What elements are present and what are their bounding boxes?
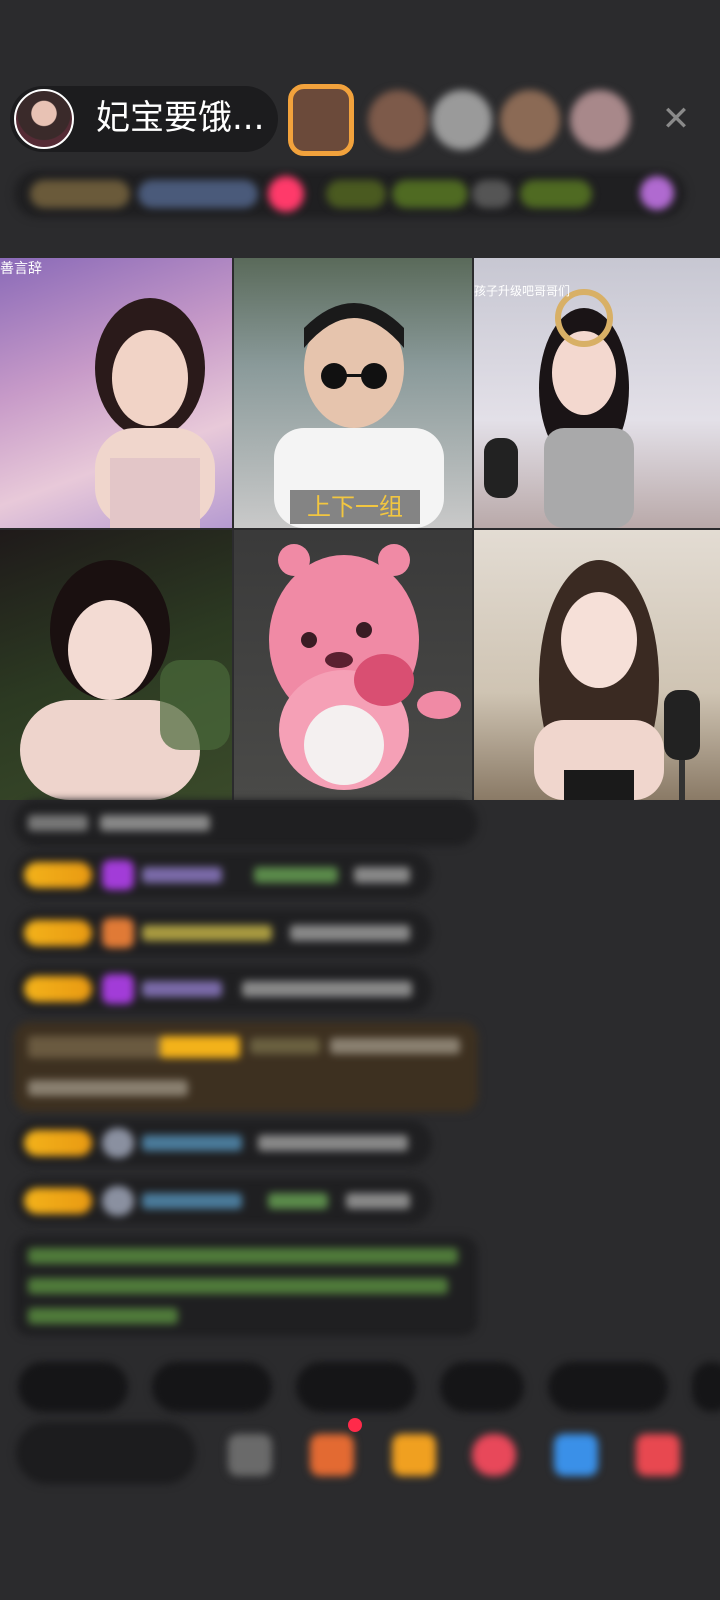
video-tile-4[interactable] [0,530,232,800]
video-tile-3[interactable]: 孩子升级吧哥哥们 [474,258,720,528]
tag-chip[interactable] [392,180,468,208]
chat-message [14,910,432,956]
mail-icon[interactable] [310,1434,354,1476]
video-tile-6[interactable] [474,530,720,800]
host-avatar[interactable] [14,89,74,149]
host-info-pill[interactable]: 妃宝要饿... [10,86,278,152]
quick-reply-chip[interactable] [296,1362,416,1412]
game-icon[interactable] [554,1434,598,1476]
comment-input[interactable] [16,1422,196,1484]
quick-reply-chip[interactable] [692,1362,720,1412]
tile-caption: 孩子升级吧哥哥们 [474,284,571,298]
tile-caption: 上下一组 [290,490,420,524]
chat-message [14,1178,432,1224]
quick-reply-chip[interactable] [440,1362,524,1412]
chat-message-highlighted [14,1022,478,1112]
streamer-figure [274,303,444,528]
host-name: 妃宝要饿... [96,98,265,138]
notification-dot [348,1418,362,1432]
quick-reply-chip[interactable] [548,1362,668,1412]
fans-chip[interactable] [138,180,258,208]
tag-chip[interactable] [472,180,512,208]
chat-message [14,1120,432,1166]
quick-reply-chip[interactable] [152,1362,272,1412]
shop-icon[interactable] [636,1434,680,1476]
heart-gift-icon[interactable] [472,1434,516,1476]
gift-icon[interactable] [640,176,674,210]
top-viewer-avatar[interactable] [288,84,354,156]
gift-box-icon[interactable] [392,1434,436,1476]
tile-caption: 善言辞 [0,261,42,277]
close-icon[interactable]: ✕ [655,98,697,140]
video-tile-2[interactable]: 上下一组 [234,258,472,528]
video-tile-5[interactable] [234,530,472,800]
tag-chip[interactable] [326,180,386,208]
pink-beaver-character [269,544,461,790]
viewer-avatar[interactable] [432,90,492,150]
viewer-avatar[interactable] [570,90,630,150]
more-icon[interactable] [228,1434,272,1476]
chat-message [14,966,432,1012]
chat-message [14,800,478,846]
quick-reply-chip[interactable] [18,1362,128,1412]
system-notice [14,1236,478,1336]
streamer-figure [534,560,700,800]
streamer-figure [95,298,215,528]
streamer-figure [20,560,230,800]
viewer-avatar[interactable] [500,90,560,150]
video-tile-1[interactable]: 善言辞 [0,258,232,528]
rank-chip[interactable] [30,180,130,208]
chat-message [14,852,432,898]
viewer-avatar[interactable] [368,90,428,150]
heart-icon[interactable] [268,176,304,212]
tag-chip[interactable] [520,180,592,208]
